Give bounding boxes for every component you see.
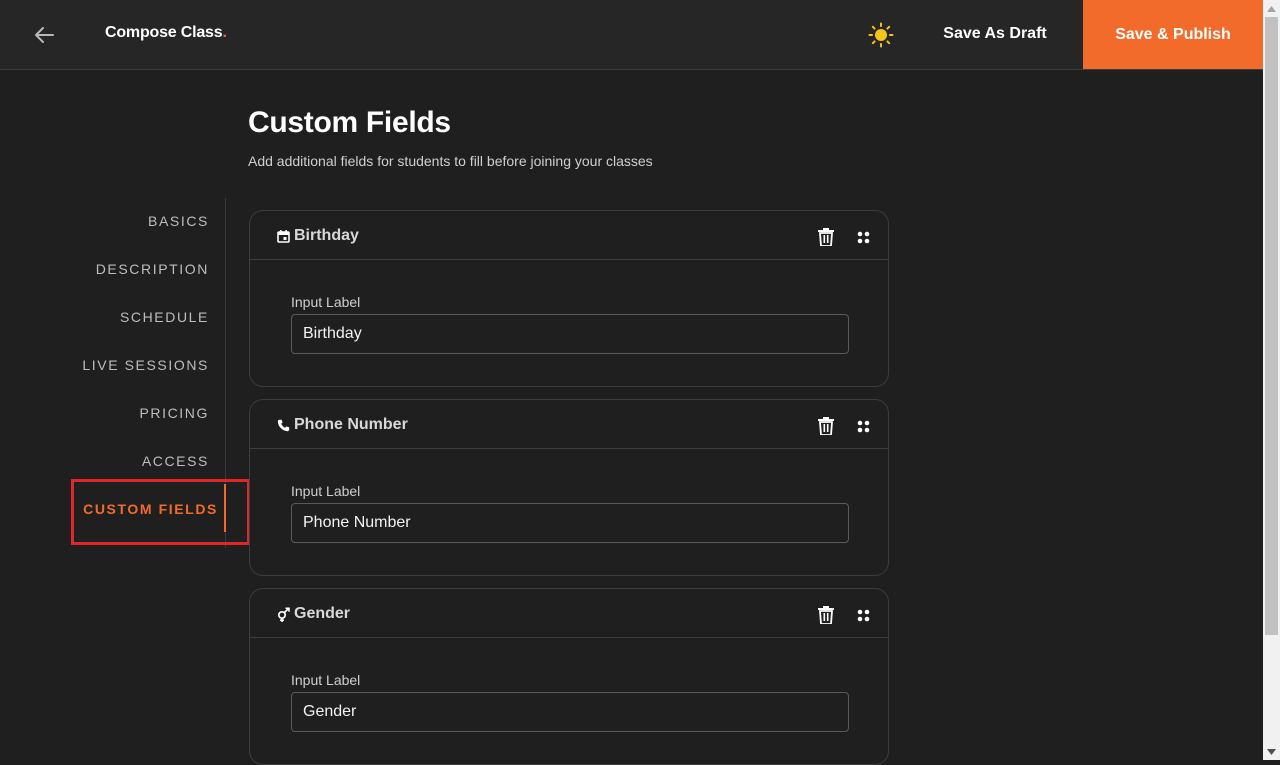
card-header: Gender [250, 589, 888, 638]
nav-item-basics[interactable]: BASICS [148, 213, 209, 229]
custom-field-card: Phone Number Input Label [249, 399, 889, 576]
trash-icon [818, 417, 834, 435]
card-title: Phone Number [294, 416, 408, 433]
nav-item-live-sessions[interactable]: LIVE SESSIONS [82, 357, 209, 373]
nav-item-schedule[interactable]: SCHEDULE [120, 309, 209, 325]
delete-field-button[interactable] [816, 604, 836, 626]
calendar-icon [275, 228, 291, 244]
gender-icon [275, 606, 291, 622]
input-label-field[interactable] [291, 503, 849, 543]
arrow-left-icon [35, 27, 54, 43]
page-scrollbar[interactable] [1263, 0, 1280, 760]
input-label-field[interactable] [291, 692, 849, 732]
scroll-up-arrow[interactable] [1263, 0, 1280, 17]
delete-field-button[interactable] [816, 415, 836, 437]
scroll-down-arrow[interactable] [1263, 743, 1280, 760]
nav-item-custom-fields[interactable]: CUSTOM FIELDS [83, 501, 218, 517]
drag-handle[interactable] [853, 227, 873, 247]
custom-field-card: Birthday Input Label [249, 210, 889, 387]
title-accent-dot: . [222, 24, 227, 41]
nav-item-pricing[interactable]: PRICING [139, 405, 209, 421]
app-title: Compose Class. [105, 24, 227, 42]
save-as-draft-button[interactable]: Save As Draft [930, 0, 1060, 68]
scroll-thumb[interactable] [1265, 17, 1278, 635]
drag-handle[interactable] [853, 416, 873, 436]
nav-item-access[interactable]: ACCESS [142, 453, 209, 469]
back-button[interactable] [28, 20, 60, 50]
active-nav-indicator [224, 484, 226, 532]
input-label-field[interactable] [291, 314, 849, 354]
drag-handle[interactable] [853, 605, 873, 625]
card-title: Birthday [294, 227, 359, 244]
triangle-up-icon [1267, 5, 1276, 12]
section-nav: BASICS DESCRIPTION SCHEDULE LIVE SESSION… [60, 198, 226, 548]
save-and-publish-button[interactable]: Save & Publish [1083, 0, 1263, 69]
page-title: Custom Fields [248, 106, 451, 139]
sun-icon [868, 22, 894, 48]
trash-icon [818, 228, 834, 246]
drag-dots-icon [857, 231, 869, 243]
app-title-text: Compose Class [105, 24, 223, 41]
delete-field-button[interactable] [816, 226, 836, 248]
drag-dots-icon [857, 420, 869, 432]
card-title: Gender [294, 605, 351, 622]
drag-dots-icon [857, 609, 869, 621]
card-header: Birthday [250, 211, 888, 260]
input-label-caption: Input Label [291, 483, 361, 499]
trash-icon [818, 606, 834, 624]
card-header: Phone Number [250, 400, 888, 449]
top-bar: Compose Class. Save As Draft Save & Publ… [0, 0, 1263, 70]
triangle-down-icon [1267, 748, 1276, 755]
theme-toggle-button[interactable] [866, 20, 896, 50]
input-label-caption: Input Label [291, 672, 361, 688]
input-label-caption: Input Label [291, 294, 361, 310]
phone-icon [275, 417, 291, 433]
nav-item-description[interactable]: DESCRIPTION [96, 261, 209, 277]
custom-field-card: Gender Input Label [249, 588, 889, 765]
page-subtitle: Add additional fields for students to fi… [248, 153, 653, 169]
